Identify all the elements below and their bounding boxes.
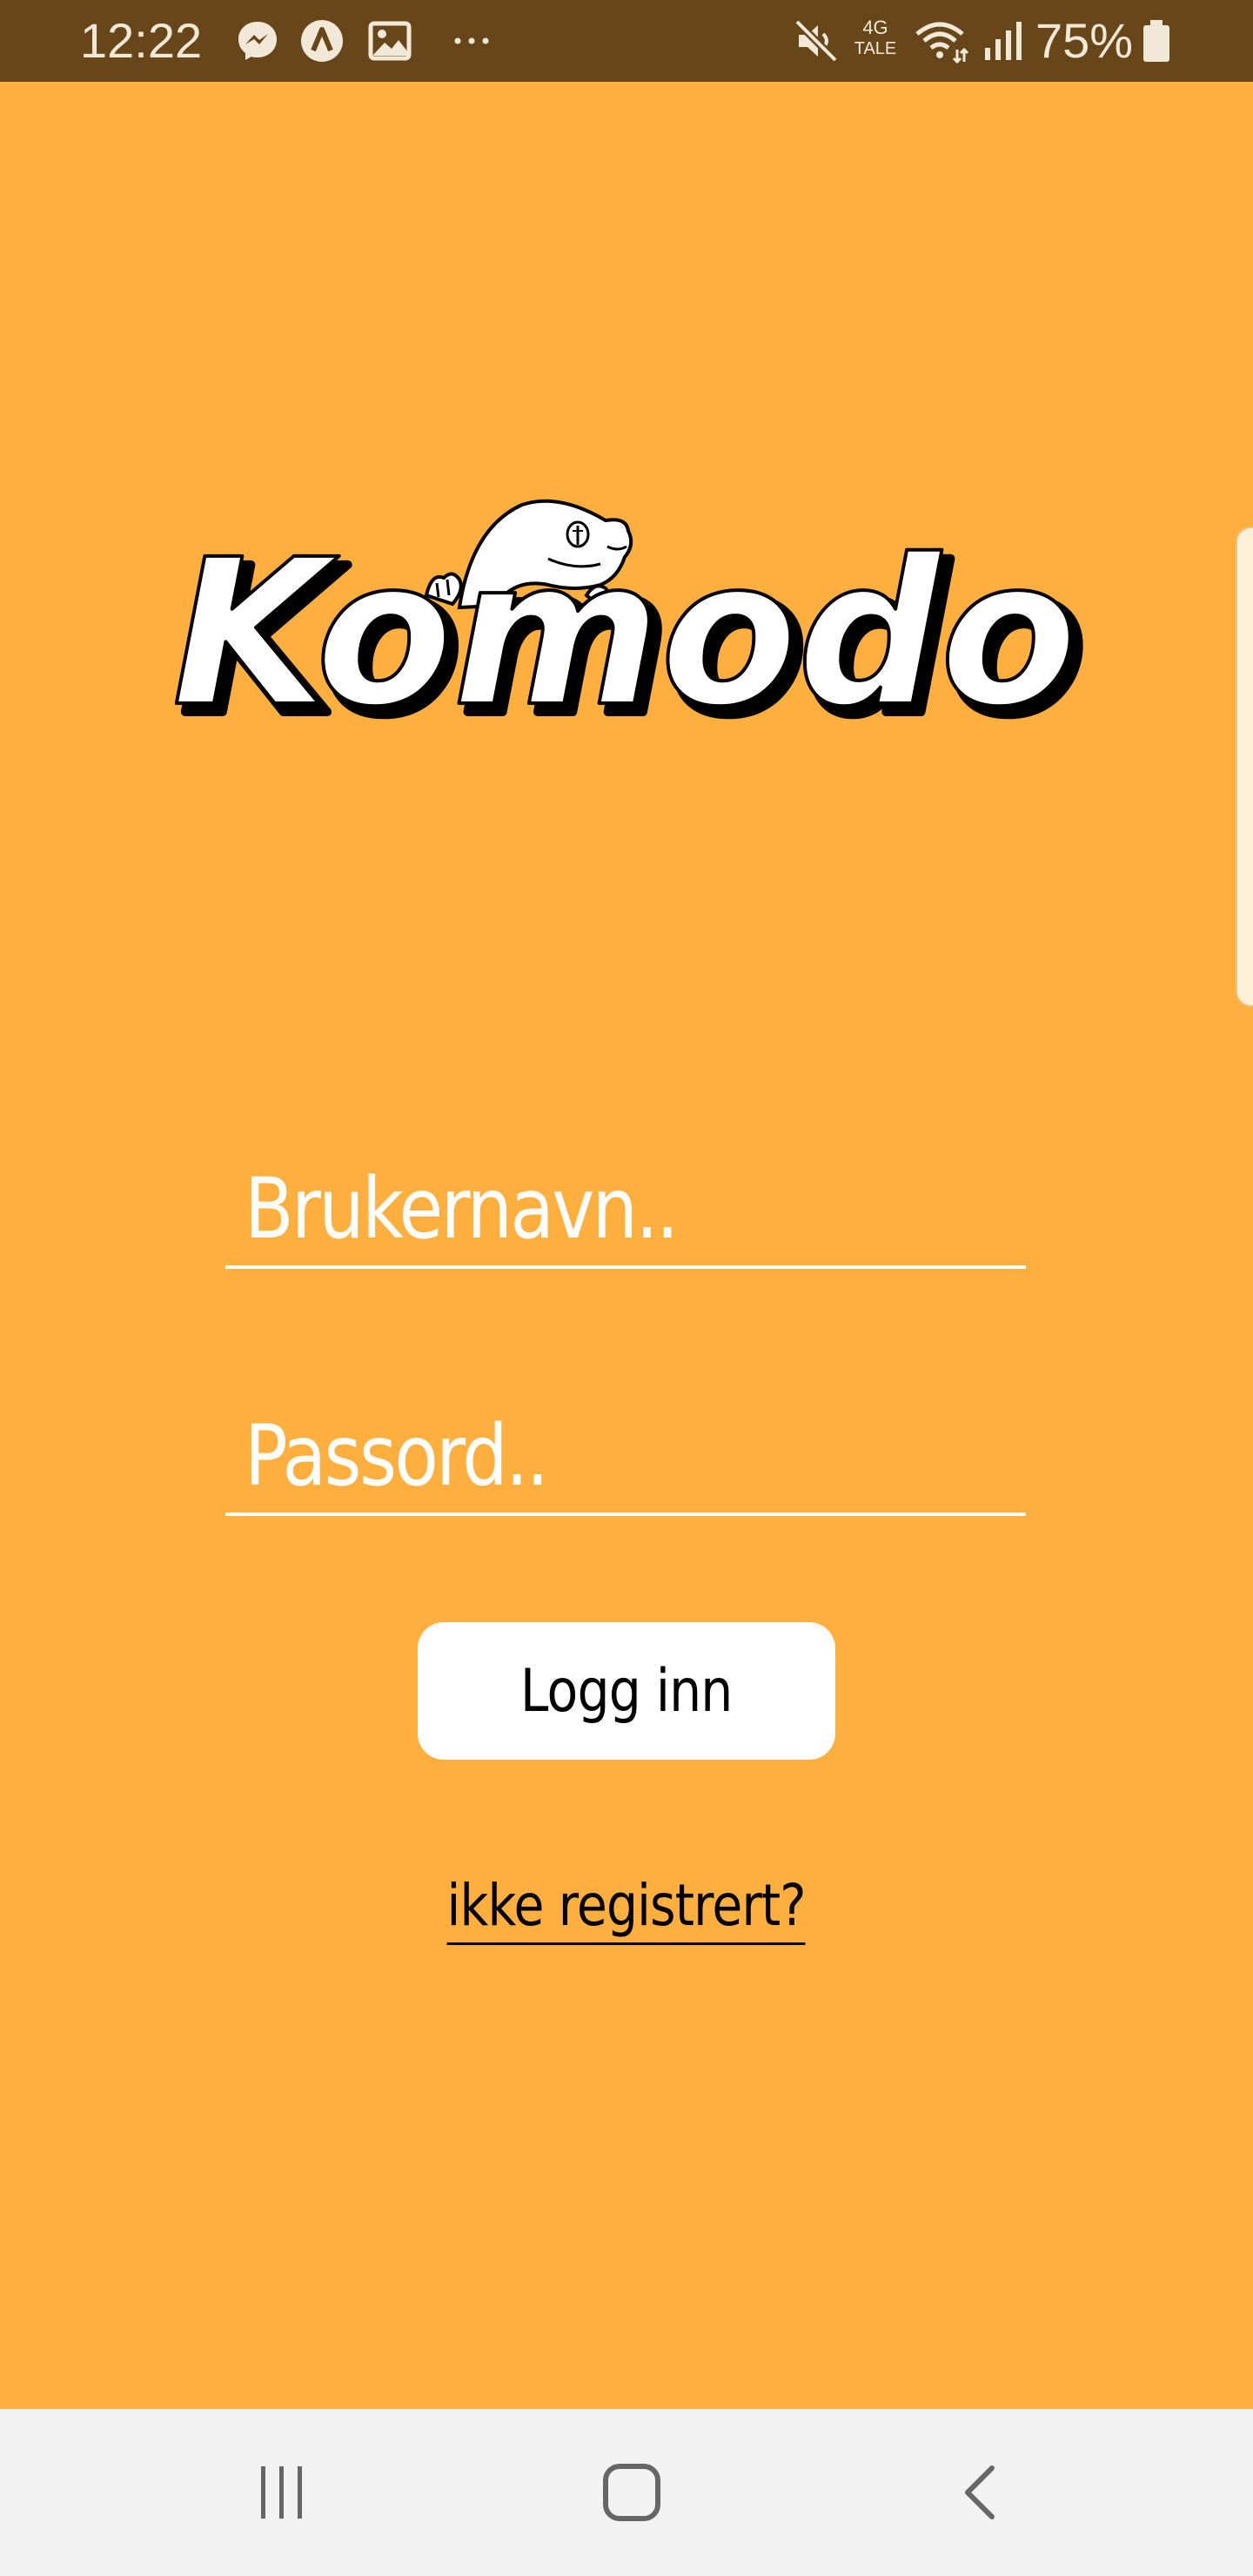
username-input[interactable] <box>245 1161 903 1257</box>
login-button[interactable]: Logg inn <box>418 1622 835 1760</box>
edge-panel-handle[interactable] <box>1236 527 1253 1007</box>
more-dots-icon <box>454 37 489 44</box>
wifi-icon <box>915 22 969 64</box>
login-button-label: Logg inn <box>520 1656 734 1726</box>
image-icon <box>368 21 412 61</box>
back-button[interactable] <box>895 2409 1069 2576</box>
login-screen: 12:22 4G TALE 75% Komodo Komodo Brukerna… <box>0 0 1253 2576</box>
status-time: 12:22 <box>80 13 203 68</box>
signal-icon <box>985 22 1022 60</box>
app-a-icon <box>301 20 343 62</box>
navigation-bar <box>0 2409 1253 2576</box>
username-field[interactable] <box>225 1156 1026 1269</box>
battery-icon <box>1143 20 1169 62</box>
home-button[interactable] <box>545 2409 719 2576</box>
status-bar: 12:22 4G TALE 75% <box>0 0 1253 82</box>
recents-icon <box>261 2466 302 2519</box>
messenger-icon <box>238 22 277 60</box>
password-field[interactable] <box>225 1403 1026 1516</box>
logo-text: Komodo <box>172 516 1077 740</box>
recents-button[interactable] <box>195 2409 369 2576</box>
register-link[interactable]: ikke registrert? <box>446 1869 807 1945</box>
network-type: 4G TALE <box>854 17 897 59</box>
home-icon <box>603 2464 660 2521</box>
battery-percent: 75% <box>1035 13 1134 68</box>
komodo-logo: Komodo Komodo <box>171 499 1090 740</box>
mute-icon <box>794 18 839 64</box>
password-input[interactable] <box>245 1408 903 1504</box>
register-link-container: ikke registrert? <box>0 1862 1253 1949</box>
back-icon <box>965 2465 995 2519</box>
